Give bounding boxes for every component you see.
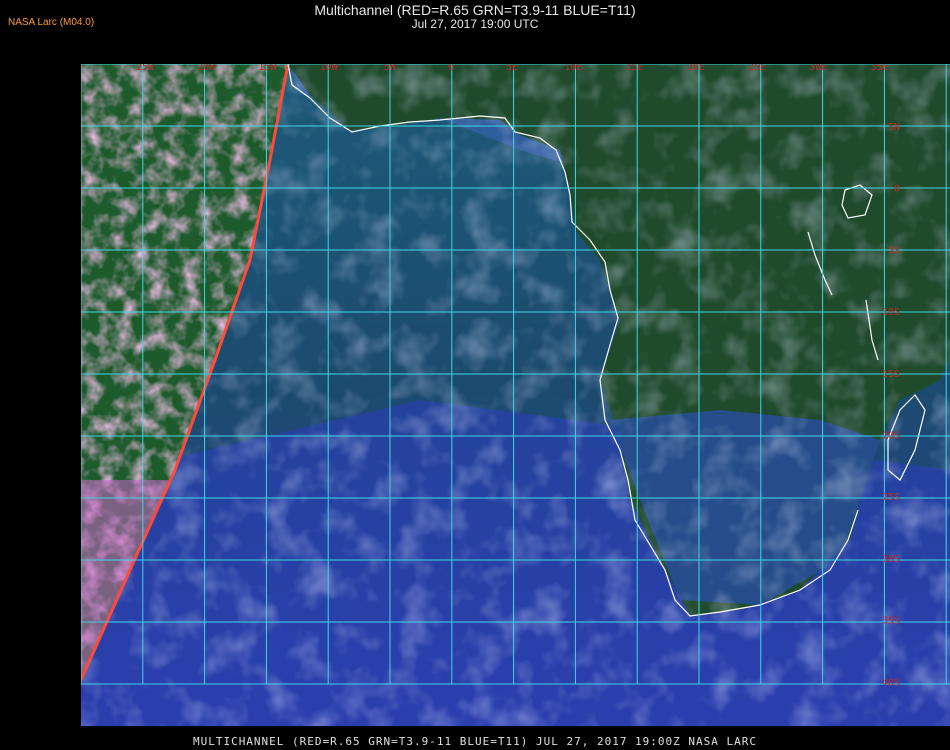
latitude-label: 0 bbox=[894, 184, 900, 195]
latitude-label: 5S bbox=[888, 245, 900, 256]
latitude-label: 30S bbox=[882, 554, 900, 565]
longitude-label: 15E bbox=[626, 62, 644, 73]
longitude-label: 15W bbox=[258, 62, 277, 73]
latitude-label: 25S bbox=[882, 492, 900, 503]
footer-caption: MULTICHANNEL (RED=R.65 GRN=T3.9-11 BLUE=… bbox=[192, 735, 758, 748]
latitude-label: 35S bbox=[882, 616, 900, 627]
longitude-label: 10E bbox=[564, 62, 582, 73]
longitude-label: 25W bbox=[136, 62, 155, 73]
longitude-label: 5W bbox=[384, 62, 397, 73]
longitude-label: 5E bbox=[506, 62, 518, 73]
latitude-label: 10S bbox=[882, 307, 900, 318]
longitude-label: 20E bbox=[687, 62, 705, 73]
latitude-label: 15S bbox=[882, 369, 900, 380]
longitude-label: 0 bbox=[448, 62, 454, 73]
gulf-islands bbox=[258, 46, 270, 52]
longitude-label: 30E bbox=[809, 62, 827, 73]
longitude-label: 10W bbox=[320, 62, 339, 73]
latitude-label: 40S bbox=[882, 677, 900, 688]
satellite-map: 25W 20W 15W 10W 5W 0 5E 10E 15E 20E 25E 30E 35E 5N 0 5… bbox=[81, 46, 950, 726]
longitude-label: 25E bbox=[748, 62, 766, 73]
latitude-label: 5N bbox=[888, 122, 900, 133]
longitude-label: 20W bbox=[197, 62, 216, 73]
image-area: 25W 20W 15W 10W 5W 0 5E 10E 15E 20E 25E 30E 35E 5N 0 5… bbox=[81, 46, 950, 726]
longitude-label: 35E bbox=[870, 62, 888, 73]
latitude-label: 20S bbox=[882, 431, 900, 442]
